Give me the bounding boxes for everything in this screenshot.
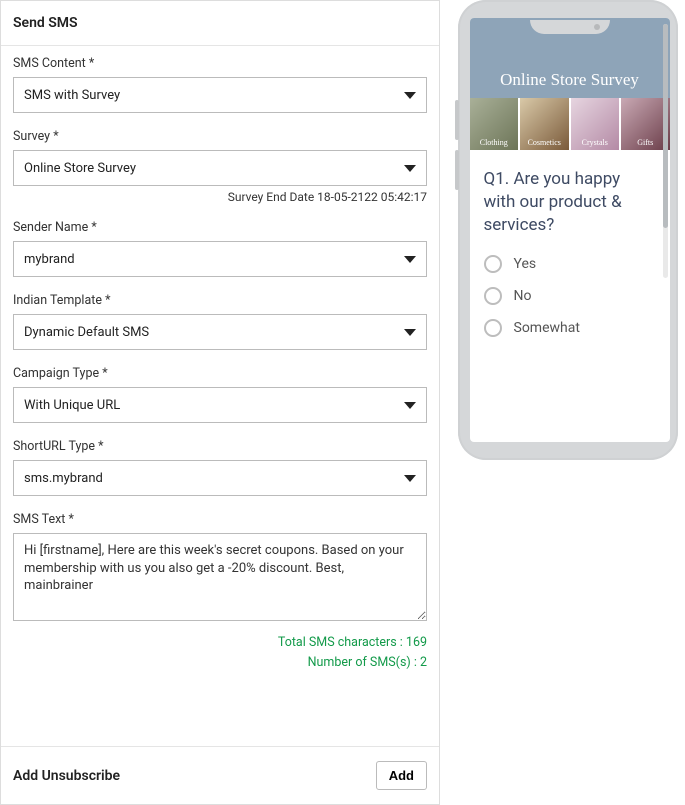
- survey-end-date: Survey End Date 18-05-2122 05:42:17: [13, 190, 427, 204]
- option-label: Yes: [514, 256, 537, 272]
- thumb-cosmetics: Cosmetics: [520, 98, 569, 150]
- indian-template-select[interactable]: Dynamic Default SMS: [13, 314, 427, 350]
- chevron-down-icon: [404, 256, 416, 263]
- survey-select[interactable]: Online Store Survey: [13, 150, 427, 186]
- option-yes[interactable]: Yes: [484, 255, 656, 273]
- num-sms: Number of SMS(s) : 2: [13, 653, 427, 673]
- sms-content-select[interactable]: SMS with Survey: [13, 77, 427, 113]
- field-sms-text: SMS Text * Total SMS characters : 169 Nu…: [13, 512, 427, 673]
- shorturl-type-label: ShortURL Type *: [13, 439, 427, 454]
- total-chars: Total SMS characters : 169: [13, 633, 427, 653]
- survey-value: Online Store Survey: [24, 161, 404, 176]
- send-sms-form: Send SMS SMS Content * SMS with Survey S…: [0, 0, 440, 805]
- radio-icon: [484, 255, 502, 273]
- option-label: No: [514, 288, 532, 304]
- option-no[interactable]: No: [484, 287, 656, 305]
- option-label: Somewhat: [514, 320, 580, 336]
- field-indian-template: Indian Template * Dynamic Default SMS: [13, 293, 427, 350]
- thumb-crystals: Crystals: [571, 98, 620, 150]
- indian-template-value: Dynamic Default SMS: [24, 325, 404, 340]
- field-shorturl-type: ShortURL Type * sms.mybrand: [13, 439, 427, 496]
- campaign-type-label: Campaign Type *: [13, 366, 427, 381]
- phone-side-button: [455, 100, 459, 140]
- campaign-type-value: With Unique URL: [24, 398, 404, 413]
- field-sender-name: Sender Name * mybrand: [13, 220, 427, 277]
- sender-name-label: Sender Name *: [13, 220, 427, 235]
- chevron-down-icon: [404, 165, 416, 172]
- indian-template-label: Indian Template *: [13, 293, 427, 308]
- sms-content-label: SMS Content *: [13, 56, 427, 71]
- survey-question: Q1. Are you happy with our product & ser…: [484, 168, 656, 237]
- shorturl-type-value: sms.mybrand: [24, 471, 404, 486]
- campaign-type-select[interactable]: With Unique URL: [13, 387, 427, 423]
- thumb-clothing: Clothing: [470, 98, 519, 150]
- sms-text-label: SMS Text *: [13, 512, 427, 527]
- field-survey: Survey * Online Store Survey Survey End …: [13, 129, 427, 204]
- sms-counters: Total SMS characters : 169 Number of SMS…: [13, 633, 427, 673]
- add-unsubscribe-label: Add Unsubscribe: [13, 768, 120, 784]
- scrollbar[interactable]: [663, 24, 668, 278]
- phone-preview: Online Store Survey Clothing Cosmetics C…: [450, 0, 685, 805]
- survey-question-area: Q1. Are you happy with our product & ser…: [470, 150, 670, 369]
- survey-label: Survey *: [13, 129, 427, 144]
- radio-icon: [484, 319, 502, 337]
- add-unsubscribe-section: Add Unsubscribe Add: [1, 746, 439, 804]
- radio-icon: [484, 287, 502, 305]
- option-somewhat[interactable]: Somewhat: [484, 319, 656, 337]
- sms-content-value: SMS with Survey: [24, 88, 404, 103]
- add-button[interactable]: Add: [376, 761, 427, 790]
- sender-name-value: mybrand: [24, 252, 404, 267]
- panel-title: Send SMS: [1, 1, 439, 46]
- phone-screen: Online Store Survey Clothing Cosmetics C…: [470, 18, 670, 442]
- chevron-down-icon: [404, 475, 416, 482]
- chevron-down-icon: [404, 402, 416, 409]
- survey-title: Online Store Survey: [500, 70, 639, 90]
- phone-frame: Online Store Survey Clothing Cosmetics C…: [458, 0, 678, 460]
- survey-image-row: Clothing Cosmetics Crystals Gifts: [470, 98, 670, 150]
- phone-side-button: [455, 150, 459, 190]
- field-campaign-type: Campaign Type * With Unique URL: [13, 366, 427, 423]
- phone-notch: [530, 20, 610, 34]
- sms-text-input[interactable]: [13, 533, 427, 621]
- chevron-down-icon: [404, 92, 416, 99]
- field-sms-content: SMS Content * SMS with Survey: [13, 56, 427, 113]
- chevron-down-icon: [404, 329, 416, 336]
- scrollbar-thumb[interactable]: [663, 24, 668, 228]
- shorturl-type-select[interactable]: sms.mybrand: [13, 460, 427, 496]
- sender-name-select[interactable]: mybrand: [13, 241, 427, 277]
